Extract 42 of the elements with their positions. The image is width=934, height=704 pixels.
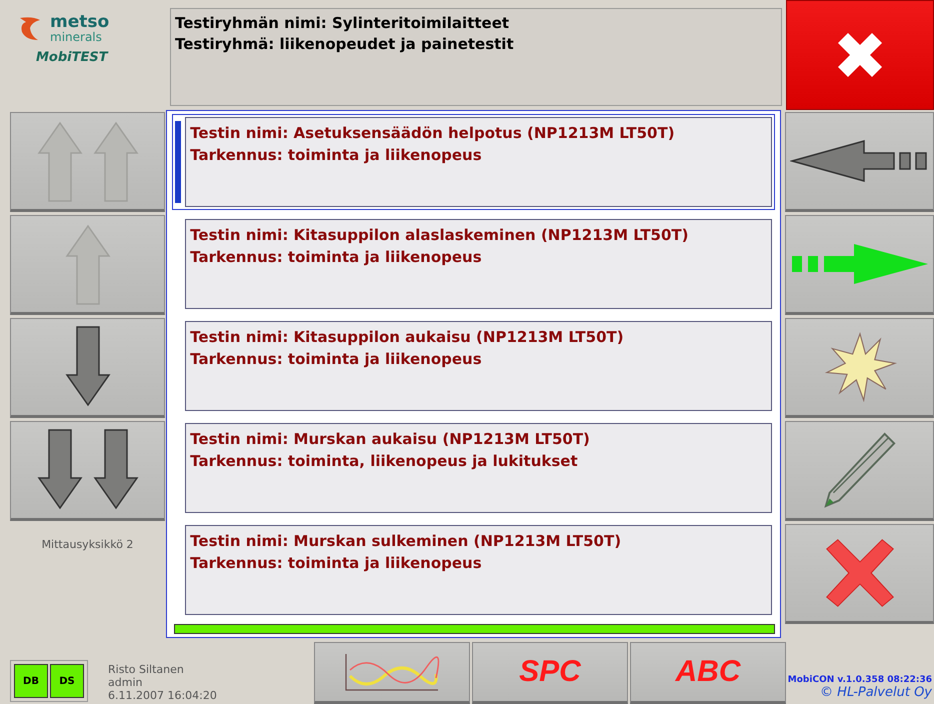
- division-name: minerals: [50, 31, 103, 43]
- test-item[interactable]: Testin nimi: Murskan sulkeminen (NP1213M LT50T) Tarkennus: toiminta ja liikenopeus: [172, 522, 775, 618]
- status-indicator: DS: [50, 664, 84, 698]
- chart-button[interactable]: [314, 642, 470, 704]
- new-button[interactable]: [785, 318, 934, 418]
- test-detail: Tarkennus: toiminta ja liikenopeus: [190, 553, 483, 574]
- test-name: Testin nimi: Murskan sulkeminen (NP1213M LT50T): [190, 531, 622, 552]
- test-detail: Tarkennus: toiminta ja liikenopeus: [190, 145, 483, 166]
- test-detail: Tarkennus: toiminta ja liikenopeus: [190, 247, 483, 268]
- pencil-icon: [822, 430, 898, 510]
- back-button[interactable]: [785, 112, 934, 212]
- edit-button[interactable]: [785, 421, 934, 521]
- scroll-button[interactable]: [10, 318, 165, 418]
- up-arrow-icon: [62, 222, 112, 306]
- test-detail: Tarkennus: toiminta ja liikenopeus: [190, 349, 483, 370]
- starburst-icon: [822, 332, 896, 402]
- test-name: Testin nimi: Kitasuppilon alaslaskeminen (NP1213M LT50T): [190, 225, 690, 246]
- scroll-button[interactable]: [10, 421, 165, 521]
- timestamp: 6.11.2007 16:04:20: [108, 689, 217, 702]
- test-name: Testin nimi: Asetuksensäädön helpotus (NP1213M LT50T): [190, 123, 676, 144]
- user-name: Risto Siltanen: [108, 663, 185, 676]
- brand-name: metso: [50, 14, 110, 31]
- version-text: MobiCON v.1.0.358 08:22:36: [788, 675, 932, 685]
- copyright-text: © HL-Palvelut Oy: [820, 685, 932, 700]
- test-name: Testin nimi: Kitasuppilon aukaisu (NP1213M LT50T): [190, 327, 625, 348]
- test-item[interactable]: Testin nimi: Asetuksensäädön helpotus (NP1213M LT50T) Tarkennus: toiminta ja liikenopeus: [172, 114, 775, 210]
- left-arrow-icon: [790, 139, 930, 183]
- close-button[interactable]: [786, 0, 934, 110]
- test-item[interactable]: Testin nimi: Kitasuppilon aukaisu (NP1213M LT50T) Tarkennus: toiminta ja liikenopeus: [172, 318, 775, 414]
- test-item[interactable]: Testin nimi: Murskan aukaisu (NP1213M LT50T) Tarkennus: toiminta, liikenopeus ja lukitukset: [172, 420, 775, 516]
- delete-button[interactable]: [785, 524, 934, 624]
- test-item[interactable]: Testin nimi: Kitasuppilon alaslaskeminen (NP1213M LT50T) Tarkennus: toiminta ja liikenopeus: [172, 216, 775, 312]
- product-name: MobiTEST: [36, 50, 110, 65]
- header-text: Testiryhmän nimi: Sylinteritoimilaitteet: [175, 13, 510, 34]
- user-role: admin: [108, 676, 144, 689]
- test-name: Testin nimi: Murskan aukaisu (NP1213M LT50T): [190, 429, 591, 450]
- wave-chart-icon: [344, 652, 440, 692]
- header-text: Testiryhmä: liikenopeudet ja painetestit: [175, 34, 515, 55]
- status-indicator: DB: [14, 664, 48, 698]
- unit-label: Mittausyksikkö 2: [40, 537, 134, 551]
- right-arrow-icon: [790, 242, 930, 286]
- test-detail: Tarkennus: toiminta, liikenopeus ja lukitukset: [190, 451, 579, 472]
